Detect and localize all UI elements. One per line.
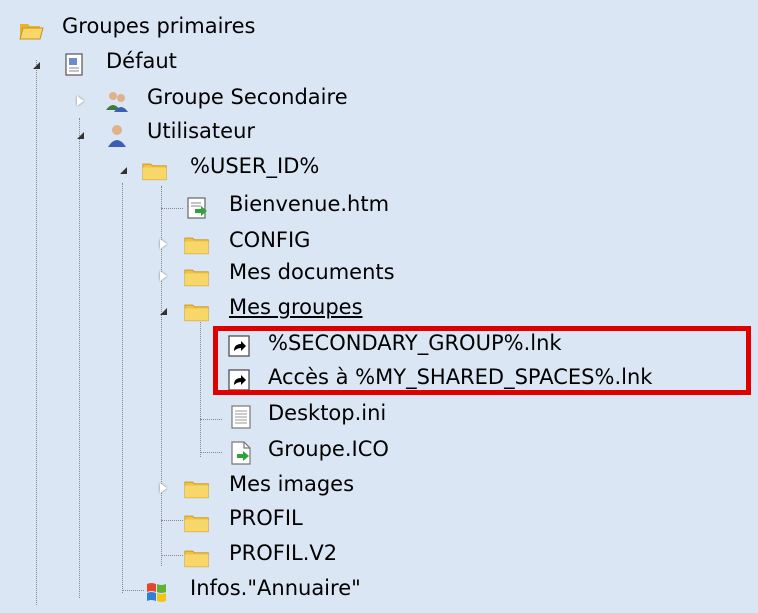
node-label: %USER_ID% (190, 154, 320, 178)
user-icon (108, 125, 126, 147)
expand-toggle[interactable] (116, 163, 130, 177)
collapse-toggle[interactable] (156, 237, 170, 251)
tree-guide-line (122, 183, 123, 593)
expand-toggle[interactable] (29, 58, 43, 72)
text-file-icon (231, 405, 251, 429)
node-label: Défaut (106, 49, 177, 73)
node-label: Groupes primaires (62, 14, 256, 38)
tree-guide-line (200, 419, 222, 420)
node-label: Bienvenue.htm (229, 192, 390, 216)
folder-icon (184, 237, 209, 255)
folder-icon (184, 550, 209, 568)
node-label: Mes documents (229, 260, 395, 284)
tree-guide-line (200, 452, 222, 453)
expand-toggle[interactable] (73, 128, 87, 142)
file-icon (231, 441, 251, 465)
tree-view: Groupes primaires Défaut Groupe Secondai… (0, 0, 758, 613)
folder-icon (184, 481, 209, 499)
collapse-toggle[interactable] (156, 269, 170, 283)
folder-icon (184, 304, 209, 322)
node-label: Utilisateur (147, 119, 256, 143)
node-label: Desktop.ini (268, 401, 387, 425)
node-label: Mes groupes (229, 295, 363, 319)
folder-open-icon (19, 24, 44, 40)
node-label: Groupe.ICO (268, 437, 389, 461)
tree-guide-line (200, 322, 201, 457)
folder-icon (184, 269, 209, 287)
tree-guide-line (161, 555, 183, 556)
collapse-toggle[interactable] (156, 481, 170, 495)
tree-guide-line (161, 208, 183, 209)
node-label: Groupe Secondaire (147, 85, 348, 109)
windows-logo-icon (147, 583, 166, 602)
tree-guide-line (36, 60, 37, 605)
node-label: Infos."Annuaire" (190, 576, 361, 600)
node-label: PROFIL.V2 (229, 541, 338, 565)
highlight-box (213, 326, 751, 395)
users-icon (106, 92, 128, 112)
document-icon (65, 53, 83, 76)
folder-icon (142, 163, 167, 181)
expand-toggle[interactable] (156, 304, 170, 318)
tree-guide-line (122, 590, 144, 591)
node-label: CONFIG (229, 228, 311, 252)
node-label: Mes images (229, 472, 355, 496)
folder-icon (184, 515, 209, 533)
tree-guide-line (79, 118, 80, 598)
collapse-toggle[interactable] (73, 94, 87, 108)
tree-guide-line (161, 520, 183, 521)
node-label: PROFIL (229, 506, 303, 530)
html-file-icon (187, 197, 207, 219)
